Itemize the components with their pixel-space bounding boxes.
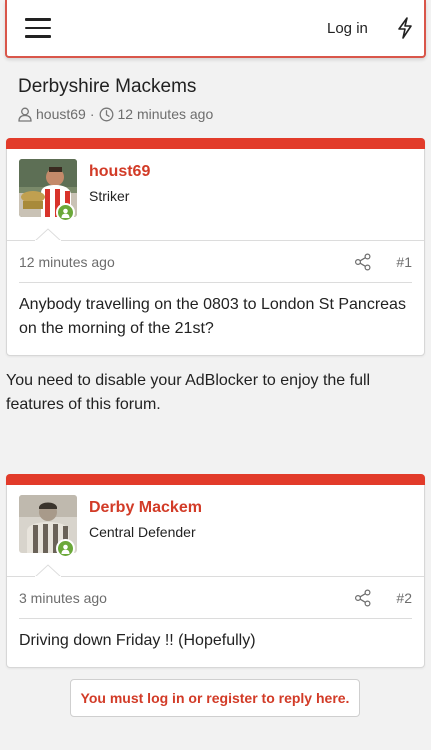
user-title: Central Defender (89, 524, 196, 540)
share-icon[interactable] (354, 589, 372, 607)
login-link[interactable]: Log in (327, 20, 368, 37)
post-username[interactable]: houst69 (89, 163, 150, 181)
post-number-link[interactable]: #1 (396, 254, 412, 270)
thread-title: Derbyshire Mackems (18, 76, 197, 97)
post-user-block: Derby Mackem Central Defender (7, 485, 424, 577)
top-navigation-bar: Log in (5, 0, 426, 58)
post-body: Anybody travelling on the 0803 to London… (19, 296, 406, 337)
post-meta: 12 minutes ago #1 (19, 245, 412, 283)
post-card: Derby Mackem Central Defender 3 minutes … (6, 474, 425, 668)
post-time-link[interactable]: 12 minutes ago (19, 254, 115, 270)
post-body: Driving down Friday !! (Hopefully) (19, 632, 256, 649)
post-number-link[interactable]: #2 (396, 590, 412, 606)
post-accent-bar (6, 138, 425, 149)
clock-icon (99, 107, 113, 121)
thread-author-link[interactable]: houst69 (36, 106, 86, 122)
message-arrow (35, 564, 61, 577)
user-title: Striker (89, 188, 130, 204)
post-user-block: houst69 Striker (7, 149, 424, 241)
post-time-link[interactable]: 3 minutes ago (19, 590, 107, 606)
post-accent-bar (6, 474, 425, 485)
login-to-reply-button[interactable]: You must log in or register to reply her… (70, 679, 360, 717)
post-meta: 3 minutes ago #2 (19, 581, 412, 619)
bolt-icon[interactable] (396, 17, 414, 39)
thread-age-link[interactable]: 12 minutes ago (118, 106, 214, 122)
post-card: houst69 Striker 12 minutes ago #1 Anybod… (6, 138, 425, 356)
online-user-icon (56, 539, 75, 558)
adblock-notice: You need to disable your AdBlocker to en… (6, 372, 371, 413)
post-username[interactable]: Derby Mackem (89, 499, 202, 517)
online-user-icon (56, 203, 75, 222)
user-icon (18, 107, 32, 122)
menu-icon[interactable] (25, 18, 51, 38)
share-icon[interactable] (354, 253, 372, 271)
message-arrow (35, 228, 61, 241)
thread-meta: houst69 · 12 minutes ago (18, 106, 213, 122)
meta-separator: · (89, 106, 95, 122)
